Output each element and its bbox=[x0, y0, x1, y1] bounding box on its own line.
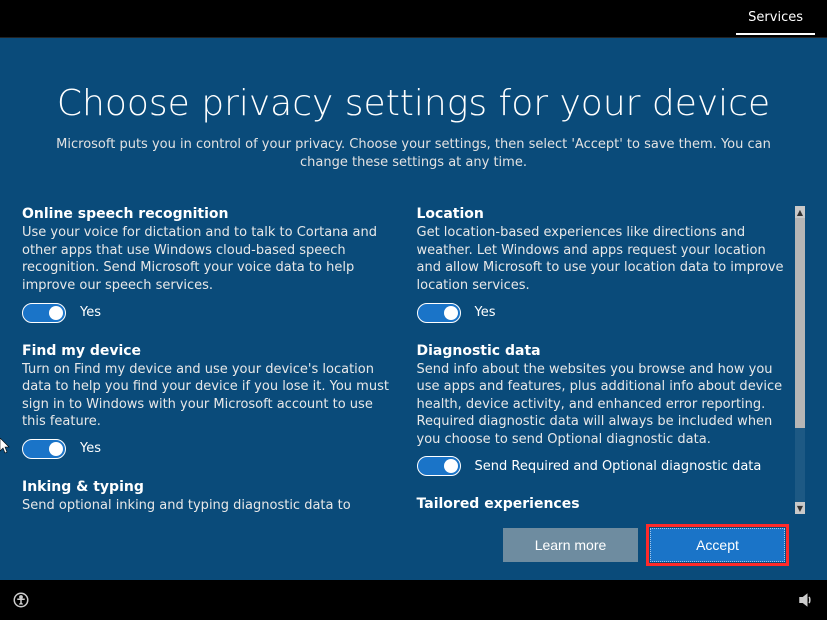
volume-icon[interactable] bbox=[797, 591, 815, 609]
setting-inking: Inking & typing Send optional inking and… bbox=[22, 479, 397, 514]
main-container: Choose privacy settings for your device … bbox=[0, 38, 827, 580]
toggle-speech[interactable] bbox=[22, 303, 66, 323]
setting-title: Location bbox=[417, 206, 792, 222]
setting-title: Diagnostic data bbox=[417, 343, 792, 359]
learn-more-button[interactable]: Learn more bbox=[503, 528, 638, 562]
toggle-label: Yes bbox=[80, 305, 101, 320]
ease-of-access-icon[interactable] bbox=[12, 591, 30, 609]
setting-location: Location Get location-based experiences … bbox=[417, 206, 792, 322]
toggle-label: Yes bbox=[80, 441, 101, 456]
setting-title: Online speech recognition bbox=[22, 206, 397, 222]
scroll-arrow-down-icon[interactable]: ▼ bbox=[795, 502, 805, 514]
scrollbar[interactable]: ▲ ▼ bbox=[795, 206, 805, 514]
toggle-diagnostic[interactable] bbox=[417, 456, 461, 476]
accept-button[interactable]: Accept bbox=[650, 528, 785, 562]
setting-title: Find my device bbox=[22, 343, 397, 359]
button-row: Learn more Accept bbox=[22, 514, 805, 580]
tab-services[interactable]: Services bbox=[736, 2, 815, 35]
page-title: Choose privacy settings for your device bbox=[22, 83, 805, 124]
setting-speech: Online speech recognition Use your voice… bbox=[22, 206, 397, 322]
setting-desc: Turn on Find my device and use your devi… bbox=[22, 361, 397, 431]
toggle-location[interactable] bbox=[417, 303, 461, 323]
setting-tailored: Tailored experiences Let Microsoft use y… bbox=[417, 496, 792, 514]
settings-col-right: Location Get location-based experiences … bbox=[417, 206, 792, 514]
setting-find-device: Find my device Turn on Find my device an… bbox=[22, 343, 397, 459]
top-bar: Services bbox=[0, 0, 827, 38]
setting-diagnostic: Diagnostic data Send info about the webs… bbox=[417, 343, 792, 477]
setting-desc: Get location-based experiences like dire… bbox=[417, 224, 792, 294]
settings-scroll-area: Online speech recognition Use your voice… bbox=[22, 206, 805, 514]
scroll-arrow-up-icon[interactable]: ▲ bbox=[795, 206, 805, 218]
setting-title: Inking & typing bbox=[22, 479, 397, 495]
scroll-thumb[interactable] bbox=[795, 218, 805, 428]
setting-title: Tailored experiences bbox=[417, 496, 792, 512]
toggle-label: Yes bbox=[475, 305, 496, 320]
settings-col-left: Online speech recognition Use your voice… bbox=[22, 206, 397, 514]
setting-desc: Send optional inking and typing diagnost… bbox=[22, 497, 397, 514]
page-subtitle: Microsoft puts you in control of your pr… bbox=[34, 136, 794, 172]
toggle-label: Send Required and Optional diagnostic da… bbox=[475, 459, 762, 474]
bottom-bar bbox=[0, 580, 827, 620]
setting-desc: Use your voice for dictation and to talk… bbox=[22, 224, 397, 294]
toggle-find-device[interactable] bbox=[22, 439, 66, 459]
setting-desc: Send info about the websites you browse … bbox=[417, 361, 792, 449]
